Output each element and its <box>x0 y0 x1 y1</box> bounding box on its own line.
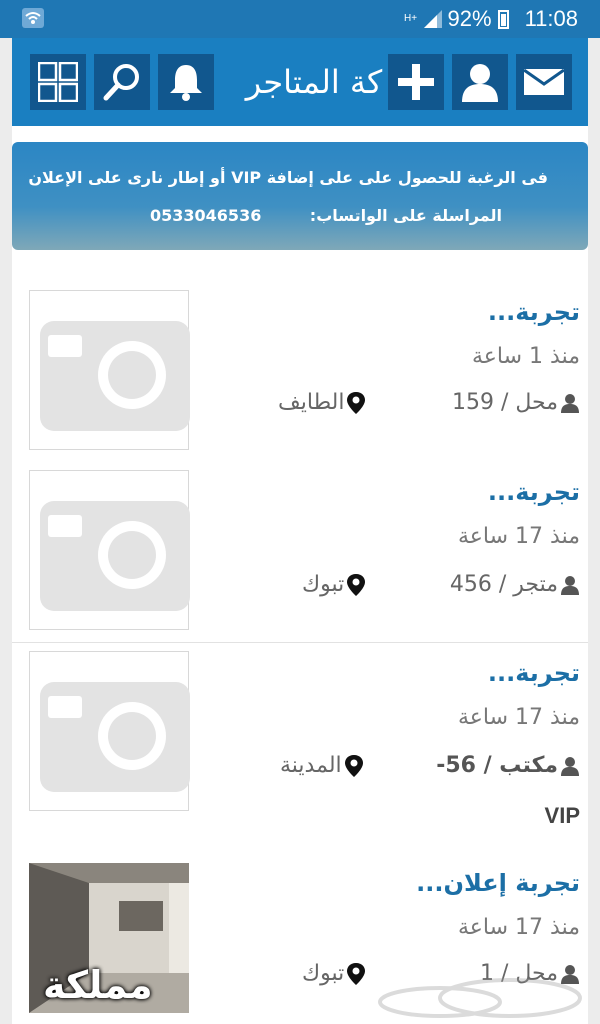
banner-phone: 0533046536 <box>150 206 262 225</box>
listing-photo: مملكة <box>29 863 189 1013</box>
listing-location: الطايف <box>278 390 366 415</box>
search-button[interactable] <box>94 54 150 110</box>
vip-badge: VIP <box>544 803 580 828</box>
plus-icon <box>398 64 434 100</box>
banner-line2: المراسلة على الواتساب: <box>309 206 502 225</box>
site-logo-watermark <box>378 978 582 1018</box>
notifications-button[interactable] <box>158 54 214 110</box>
camera-placeholder-icon <box>40 321 190 431</box>
listing-type: مكتب / 56- <box>436 753 580 778</box>
search-icon <box>103 64 139 101</box>
status-bar: H+ 92% 11:08 <box>0 0 600 38</box>
listing-location-text: تبوك <box>302 961 345 986</box>
listing-time: منذ 17 ساعة <box>457 915 580 940</box>
camera-placeholder-icon <box>40 682 190 792</box>
listing-type-text: محل / 159 <box>451 390 558 415</box>
listing-type: محل / 159 <box>452 390 580 415</box>
person-icon <box>561 756 579 776</box>
banner-line1: فى الرغبة للحصول على على إضافة VIP أو إط… <box>28 168 548 187</box>
listing-time: منذ 17 ساعة <box>457 524 580 549</box>
listing-location-text: الطايف <box>278 390 345 415</box>
listing-time: منذ 17 ساعة <box>457 705 580 730</box>
network-type: H+ <box>404 13 418 24</box>
listing-type-text: متجر / 456 <box>449 572 558 597</box>
listing-location: تبوك <box>302 961 366 986</box>
listing-thumbnail <box>29 290 190 450</box>
location-pin-icon <box>344 754 363 777</box>
listing-card[interactable]: تجربة... منذ 17 ساعة متجر / 456 تبوك <box>12 462 588 643</box>
listing-card[interactable]: تجربة... منذ 17 ساعة مكتب / 56- المدينة … <box>12 643 588 854</box>
location-pin-icon <box>347 573 366 596</box>
location-pin-icon <box>347 391 366 414</box>
signal-icon <box>423 10 442 28</box>
user-icon <box>462 64 498 102</box>
listing-location: تبوك <box>302 572 366 597</box>
mail-icon <box>523 68 565 95</box>
wifi-icon <box>22 8 44 28</box>
battery-icon <box>497 9 509 29</box>
app-header: كة المتاجر <box>12 38 588 126</box>
bell-icon <box>170 65 202 101</box>
listing-thumbnail <box>29 651 190 811</box>
account-button[interactable] <box>452 54 508 110</box>
battery-percent: 92% <box>447 6 492 31</box>
listing-time: منذ 1 ساعة <box>471 344 580 369</box>
listing-location-text: تبوك <box>302 572 345 597</box>
photo-watermark: مملكة <box>43 963 153 1007</box>
listing-type-text: مكتب / 56- <box>436 753 558 778</box>
listing-title[interactable]: تجربة... <box>220 298 580 326</box>
promo-banner[interactable]: فى الرغبة للحصول على على إضافة VIP أو إط… <box>12 142 588 250</box>
listing-title[interactable]: تجربة... <box>220 478 580 506</box>
listing-type: متجر / 456 <box>450 572 580 597</box>
listing-thumbnail <box>29 470 190 630</box>
listing-location-text: المدينة <box>280 753 342 778</box>
messages-button[interactable] <box>516 54 572 110</box>
listing-title[interactable]: تجربة... <box>220 659 580 687</box>
listing-title[interactable]: تجربة إعلان... <box>220 869 580 897</box>
app-title: كة المتاجر <box>245 63 383 101</box>
clock: 11:08 <box>524 6 578 31</box>
listing-card[interactable]: تجربة... منذ 1 ساعة محل / 159 الطايف <box>12 274 588 463</box>
grid-menu-button[interactable] <box>30 54 86 110</box>
person-icon <box>561 575 579 595</box>
grid-icon <box>38 62 78 102</box>
listing-location: المدينة <box>280 753 364 778</box>
person-icon <box>561 393 579 413</box>
add-listing-button[interactable] <box>388 54 444 110</box>
camera-placeholder-icon <box>40 501 190 611</box>
